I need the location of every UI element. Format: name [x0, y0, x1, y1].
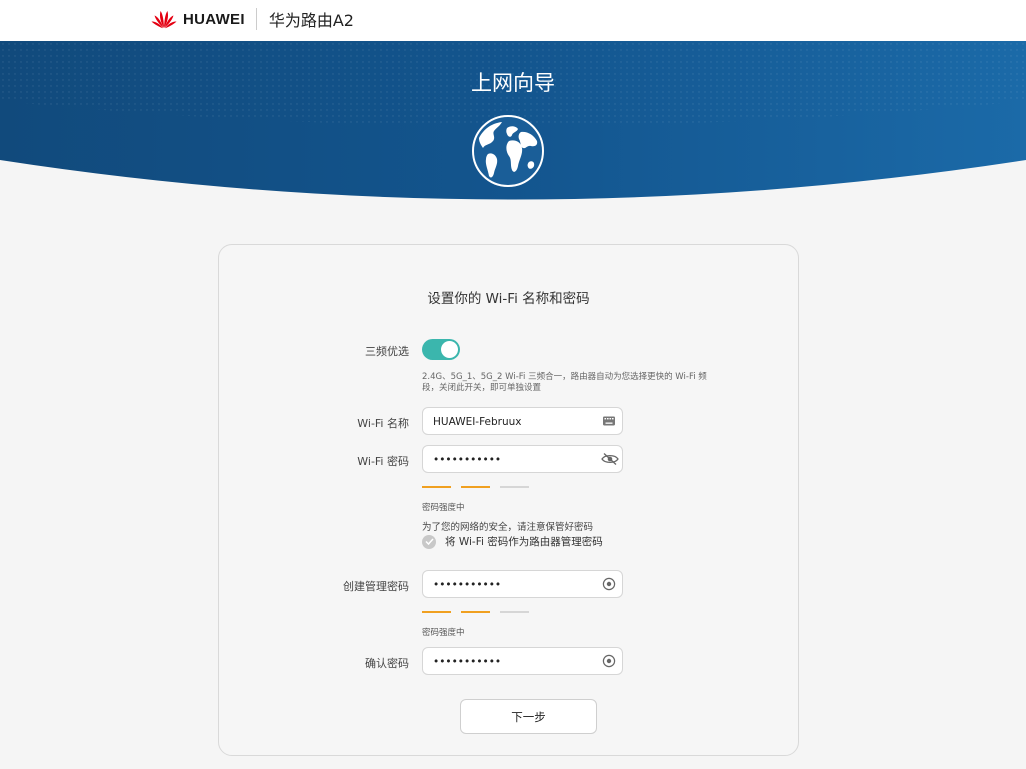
hero-banner: 上网向导	[0, 41, 1026, 221]
wifi-password-strength	[422, 486, 532, 488]
wifi-name-input[interactable]	[433, 413, 598, 430]
admin-strength-text: 密码强度中	[422, 628, 465, 638]
strength-segment	[422, 486, 451, 488]
check-icon[interactable]	[422, 534, 436, 549]
wifi-password-input[interactable]	[433, 451, 598, 468]
strength-segment	[461, 486, 490, 488]
huawei-logo[interactable]: HUAWEI 华为路由A2	[150, 7, 354, 31]
setup-card: 设置你的 Wi-Fi 名称和密码 三频优选 2.4G、5G_1、5G_2 Wi-…	[218, 244, 799, 756]
eye-hidden-icon[interactable]	[601, 452, 619, 466]
form-title: 设置你的 Wi-Fi 名称和密码	[427, 291, 590, 307]
wifi-password-label: Wi-Fi 密码	[357, 455, 409, 468]
strength-segment	[500, 486, 529, 488]
admin-password-field[interactable]	[422, 570, 623, 598]
huawei-petal-icon	[151, 11, 177, 29]
confirm-password-input[interactable]	[433, 653, 598, 670]
admin-password-label: 创建管理密码	[343, 580, 409, 593]
confirm-password-label: 确认密码	[365, 657, 409, 670]
header-divider	[255, 8, 257, 30]
admin-password-strength	[422, 611, 532, 613]
next-button[interactable]: 下一步	[460, 699, 597, 734]
page-title: 上网向导	[471, 71, 555, 95]
wifi-password-field[interactable]	[422, 445, 623, 473]
brand-name: HUAWEI	[183, 10, 245, 28]
reuse-password-label: 将 Wi-Fi 密码作为路由器管理密码	[445, 536, 603, 548]
top-bar: HUAWEI 华为路由A2	[0, 0, 1026, 41]
tri-band-label: 三频优选	[365, 345, 409, 358]
reuse-password-option[interactable]: 将 Wi-Fi 密码作为路由器管理密码	[422, 534, 603, 549]
keyboard-icon[interactable]	[602, 414, 616, 428]
security-notice: 为了您的网络的安全，请注意保管好密码	[422, 522, 594, 533]
tri-band-hint: 2.4G、5G_1、5G_2 Wi-Fi 三频合一，路由器自动为您选择更快的 W…	[422, 372, 707, 393]
strength-segment	[500, 611, 529, 613]
strength-segment	[422, 611, 451, 613]
wifi-name-field[interactable]	[422, 407, 623, 435]
product-name: 华为路由A2	[268, 11, 354, 30]
globe-icon	[472, 115, 544, 187]
strength-segment	[461, 611, 490, 613]
confirm-password-field[interactable]	[422, 647, 623, 675]
wifi-strength-text: 密码强度中	[422, 503, 465, 513]
eye-icon[interactable]	[602, 654, 616, 668]
tri-band-toggle[interactable]	[422, 339, 460, 360]
admin-password-input[interactable]	[433, 576, 598, 593]
toggle-knob	[441, 341, 458, 358]
eye-icon[interactable]	[602, 577, 616, 591]
wifi-name-label: Wi-Fi 名称	[357, 417, 409, 430]
